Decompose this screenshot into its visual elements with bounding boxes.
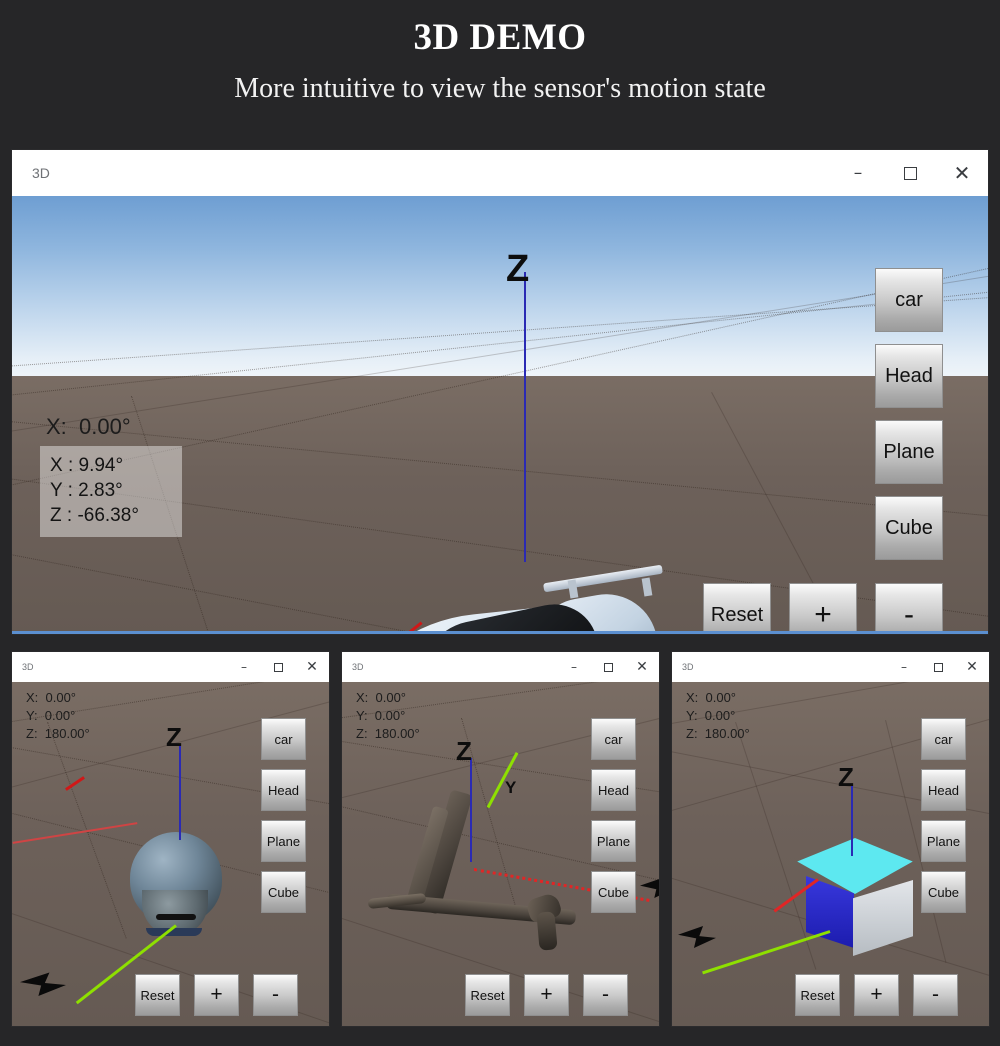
model-plane — [367, 789, 584, 951]
button-reset[interactable]: Reset — [703, 583, 771, 634]
axis-z-line — [179, 744, 181, 840]
button-head[interactable]: Head — [921, 769, 966, 811]
window-controls: – ✕ — [557, 652, 659, 682]
window-title: 3D — [32, 165, 50, 181]
page-title: 3D DEMO — [413, 17, 587, 58]
close-icon[interactable]: ✕ — [936, 150, 988, 196]
minimize-icon[interactable]: – — [887, 652, 921, 682]
button-zoom-in[interactable]: + — [789, 583, 857, 634]
readout-primary: X: 0.00° — [46, 414, 131, 439]
window-controls: – ✕ — [227, 652, 329, 682]
maximize-icon[interactable] — [261, 652, 295, 682]
button-reset[interactable]: Reset — [465, 974, 510, 1016]
readout-y: Y : 2.83° — [50, 480, 123, 501]
button-cube[interactable]: Cube — [921, 871, 966, 913]
viewport-head[interactable]: Z X: 0.00° Y: 0.00° Z: 180.00° car Head … — [12, 682, 329, 1026]
button-plane[interactable]: Plane — [921, 820, 966, 862]
model-head — [130, 832, 222, 936]
readout-z: Z: 180.00° — [686, 726, 750, 741]
main-3d-window: 3D – ✕ Z X: 0.00° X: 9.94° Y: 2.83° Z … — [12, 150, 988, 634]
small-3d-window-head: 3D – ✕ Z X: 0.00° Y: 0.00° Z: 180.00° ca… — [12, 652, 329, 1026]
minimize-icon[interactable]: – — [557, 652, 591, 682]
maximize-icon[interactable] — [921, 652, 955, 682]
window-bottom-accent — [12, 631, 988, 634]
button-zoom-out[interactable]: - — [253, 974, 298, 1016]
close-icon[interactable]: ✕ — [625, 652, 659, 682]
window-title: 3D — [682, 662, 694, 672]
maximize-icon[interactable] — [884, 150, 936, 196]
readout-x: X: 0.00° — [26, 690, 77, 705]
button-reset[interactable]: Reset — [795, 974, 840, 1016]
viewport-plane[interactable]: Z Y X: 0.00° Y: 0.00° Z: 180.00° car Hea… — [342, 682, 659, 1026]
axis-z-line — [470, 758, 472, 862]
small-3d-window-plane: 3D – ✕ Z Y X: 0.00° Y: 0.00° Z: 180.00° … — [342, 652, 659, 1026]
button-head[interactable]: Head — [875, 344, 943, 408]
minimize-icon[interactable]: – — [227, 652, 261, 682]
window-controls: – ✕ — [887, 652, 989, 682]
button-head[interactable]: Head — [261, 769, 306, 811]
page-header: 3D DEMO More intuitive to view the senso… — [0, 0, 1000, 148]
button-reset[interactable]: Reset — [135, 974, 180, 1016]
button-zoom-in[interactable]: + — [194, 974, 239, 1016]
page-subtitle: More intuitive to view the sensor's moti… — [234, 73, 766, 104]
button-zoom-in[interactable]: + — [854, 974, 899, 1016]
button-cube[interactable]: Cube — [875, 496, 943, 560]
button-zoom-in[interactable]: + — [524, 974, 569, 1016]
button-head[interactable]: Head — [591, 769, 636, 811]
button-plane[interactable]: Plane — [875, 420, 943, 484]
readout-y: Y: 0.00° — [686, 708, 736, 723]
small-titlebar-plane: 3D – ✕ — [342, 652, 659, 682]
axis-label-z: Z — [506, 248, 530, 290]
button-plane[interactable]: Plane — [591, 820, 636, 862]
button-zoom-out[interactable]: - — [913, 974, 958, 1016]
maximize-icon[interactable] — [591, 652, 625, 682]
axis-z-line — [851, 786, 853, 856]
button-car[interactable]: car — [591, 718, 636, 760]
window-title: 3D — [22, 662, 34, 672]
axis-label-z: Z — [456, 736, 472, 766]
small-titlebar-cube: 3D – ✕ — [672, 652, 989, 682]
readout-z: Z : -66.38° — [50, 505, 139, 526]
small-titlebar-head: 3D – ✕ — [12, 652, 329, 682]
button-zoom-out[interactable]: - — [583, 974, 628, 1016]
close-icon[interactable]: ✕ — [295, 652, 329, 682]
readout-x: X : 9.94° — [50, 455, 124, 476]
viewport-cube[interactable]: Z X: 0.00° Y: 0.00° Z: 180.00° car Head … — [672, 682, 989, 1026]
readout-y: Y: 0.00° — [26, 708, 76, 723]
axis-label-y: Y — [505, 778, 517, 797]
readout-x: X: 0.00° — [356, 690, 407, 705]
button-cube[interactable]: Cube — [591, 871, 636, 913]
axis-label-z: Z — [166, 722, 182, 752]
readout-z: Z: 180.00° — [26, 726, 90, 741]
axis-label-z: Z — [838, 762, 854, 792]
readout-y: Y: 0.00° — [356, 708, 406, 723]
readout-panel: X : 9.94° Y : 2.83° Z : -66.38° — [40, 446, 182, 537]
small-3d-window-cube: 3D – ✕ Z X: 0.00° Y: 0.00° Z: 180.00° ca… — [672, 652, 989, 1026]
window-controls: – ✕ — [832, 150, 988, 196]
readout-z: Z: 180.00° — [356, 726, 420, 741]
minimize-icon[interactable]: – — [832, 150, 884, 196]
button-car[interactable]: car — [875, 268, 943, 332]
button-car[interactable]: car — [261, 718, 306, 760]
button-plane[interactable]: Plane — [261, 820, 306, 862]
main-3d-viewport[interactable]: Z X Z X: 0.00° X : 9.94° Y : 2.83° Z : -… — [12, 196, 988, 634]
button-car[interactable]: car — [921, 718, 966, 760]
model-car — [357, 564, 667, 634]
window-title: 3D — [352, 662, 364, 672]
close-icon[interactable]: ✕ — [955, 652, 989, 682]
main-titlebar: 3D – ✕ — [12, 150, 988, 196]
button-zoom-out[interactable]: - — [875, 583, 943, 634]
readout-x: X: 0.00° — [686, 690, 737, 705]
model-cube — [792, 838, 922, 966]
button-cube[interactable]: Cube — [261, 871, 306, 913]
